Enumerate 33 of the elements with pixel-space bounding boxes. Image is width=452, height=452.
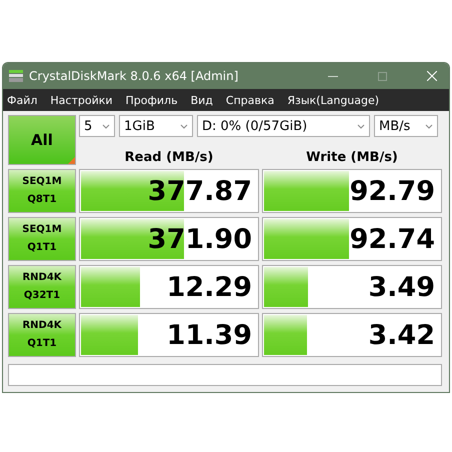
column-header: Read (MB/s) xyxy=(124,150,214,165)
test-button[interactable]: SEQ1M Q1T1 xyxy=(8,217,76,261)
dropdown[interactable]: 5 xyxy=(79,115,115,137)
menu-item[interactable]: Язык(Language) xyxy=(287,94,380,106)
result-value: 92.79 xyxy=(350,176,435,206)
result-value: 3.42 xyxy=(368,320,435,350)
result-value: 92.74 xyxy=(350,224,435,254)
menu-item[interactable]: Файл xyxy=(7,94,38,106)
result-value: 12.29 xyxy=(166,272,252,302)
dropdown[interactable]: MB/s xyxy=(374,115,438,137)
disk-icon xyxy=(9,70,23,82)
dropdown[interactable]: 1GiB xyxy=(119,115,193,137)
column-header: Write (MB/s) xyxy=(305,150,399,165)
window-title: CrystalDiskMark 8.0.6 x64 [Admin] xyxy=(29,69,240,83)
result-value: 11.39 xyxy=(166,320,252,350)
caret-icon xyxy=(425,124,433,128)
menu-item[interactable]: Профиль xyxy=(126,94,178,106)
corner-icon xyxy=(68,157,75,164)
caret-icon xyxy=(102,124,110,128)
caret-icon xyxy=(357,124,365,128)
result-value: 3.49 xyxy=(368,272,435,302)
maximize-icon[interactable] xyxy=(378,72,387,80)
menu-item[interactable]: Вид xyxy=(190,94,213,106)
test-button[interactable]: RND4K Q32T1 xyxy=(8,265,76,309)
dropdown[interactable]: D: 0% (0/57GiB) xyxy=(197,115,370,137)
caret-icon xyxy=(180,124,188,128)
test-button[interactable]: SEQ1M Q8T1 xyxy=(8,169,76,213)
all-button[interactable]: All xyxy=(8,115,76,165)
menu-item[interactable]: Справка xyxy=(226,94,274,106)
menu-item[interactable]: Настройки xyxy=(50,94,113,106)
test-button[interactable]: RND4K Q1T1 xyxy=(8,313,76,357)
close-icon[interactable] xyxy=(427,71,437,81)
comment-field[interactable] xyxy=(8,364,442,386)
